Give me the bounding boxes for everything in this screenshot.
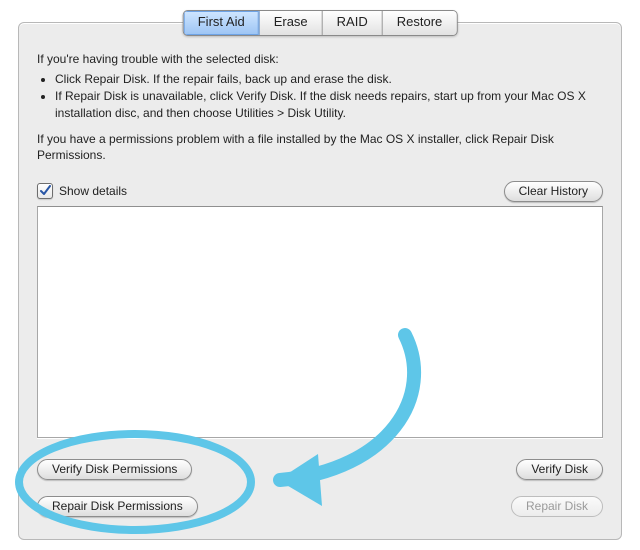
show-details-label: Show details [59, 184, 127, 198]
show-details-checkbox[interactable] [37, 183, 53, 199]
tab-strip: First Aid Erase RAID Restore [183, 10, 458, 36]
first-aid-panel: First Aid Erase RAID Restore If you're h… [18, 22, 622, 540]
instruction-bullet: Click Repair Disk. If the repair fails, … [55, 71, 603, 87]
check-icon [39, 185, 51, 197]
instruction-list: Click Repair Disk. If the repair fails, … [37, 71, 603, 121]
tab-restore[interactable]: Restore [383, 11, 457, 35]
clear-history-button[interactable]: Clear History [504, 181, 603, 202]
tab-raid[interactable]: RAID [323, 11, 383, 35]
instruction-bullet: If Repair Disk is unavailable, click Ver… [55, 88, 603, 120]
verify-disk-button[interactable]: Verify Disk [516, 459, 603, 480]
instruction-intro: If you're having trouble with the select… [37, 51, 603, 67]
repair-disk-permissions-button[interactable]: Repair Disk Permissions [37, 496, 198, 517]
log-textarea[interactable] [37, 206, 603, 438]
instruction-text: If you're having trouble with the select… [37, 51, 603, 167]
button-row-1: Verify Disk Permissions Verify Disk [37, 459, 603, 480]
verify-disk-permissions-button[interactable]: Verify Disk Permissions [37, 459, 192, 480]
tab-first-aid[interactable]: First Aid [184, 11, 260, 35]
details-row: Show details Clear History [37, 180, 603, 202]
button-row-2: Repair Disk Permissions Repair Disk [37, 496, 603, 517]
repair-disk-button[interactable]: Repair Disk [511, 496, 603, 517]
tab-erase[interactable]: Erase [260, 11, 323, 35]
instruction-permissions: If you have a permissions problem with a… [37, 131, 603, 163]
